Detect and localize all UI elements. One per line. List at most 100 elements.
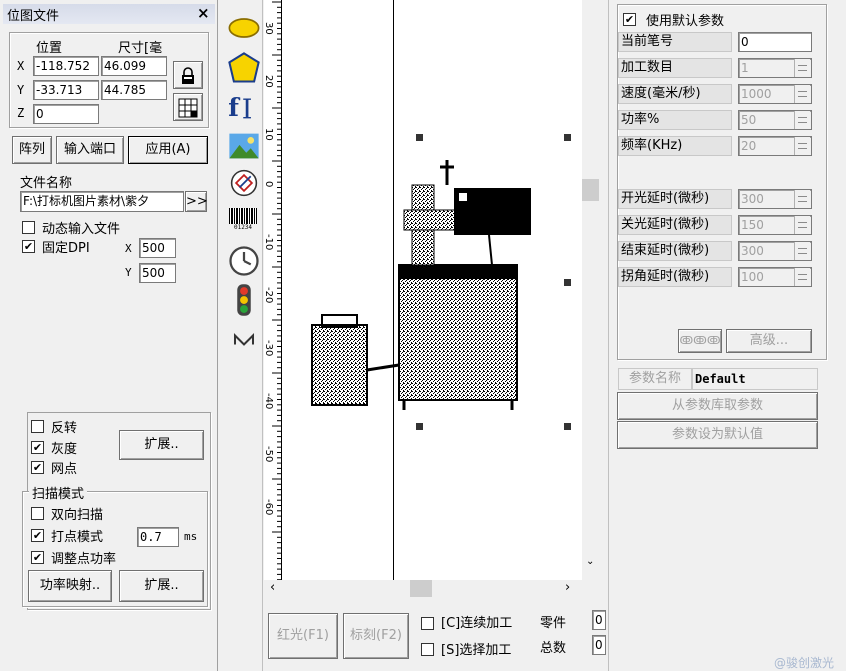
ruler-number: -50 [264,446,274,463]
dpi-x-field[interactable]: 500 [139,238,176,258]
grid-position-button[interactable] [173,93,203,121]
ruler-number: -60 [264,499,274,516]
param-label: 速度(毫米/秒) [618,84,732,104]
expand-button[interactable]: 扩展.. [119,430,204,460]
red-light-button[interactable]: 红光(F1) [268,613,338,659]
bidirectional-checkbox[interactable] [31,507,44,520]
svg-text:I: I [242,94,253,124]
grid-icon [178,98,198,118]
fixed-dpi-checkbox[interactable]: ✔ [22,240,35,253]
scroll-thumb[interactable] [582,179,599,201]
spin-buttons[interactable] [794,85,810,103]
bitmap-panel: 位图文件 × 位置 尺寸[毫 X -118.752 46.099 Y -33.7… [0,0,218,671]
load-from-library-button[interactable]: 从参数库取参数 [617,392,818,420]
z-position-field[interactable]: 0 [33,104,99,124]
lock-ratio-button[interactable] [173,61,203,89]
apply-button[interactable]: 应用(A) [128,136,208,164]
selection-handle[interactable] [564,134,571,141]
x-size-field[interactable]: 46.099 [101,56,167,76]
toolbar: f I 01234 [221,0,263,671]
ruler-number: -30 [264,340,274,357]
spin-buttons[interactable] [794,137,810,155]
spin-buttons[interactable] [794,242,810,260]
expand2-button[interactable]: 扩展.. [119,570,204,602]
param-value-field[interactable]: 0 [738,32,812,52]
adjust-power-label: 调整点功率 [51,552,117,567]
total-value: 0 [592,635,606,655]
selection-handle[interactable] [416,134,423,141]
spin-buttons[interactable] [794,190,810,208]
spin-buttons[interactable] [794,111,810,129]
dpi-y-field[interactable]: 500 [139,263,176,283]
spin-buttons[interactable] [794,268,810,286]
browse-button[interactable]: >> [185,191,208,212]
dot-mode-checkbox[interactable]: ✔ [31,529,44,542]
param-label: 加工数目 [618,58,732,78]
spin-buttons[interactable] [794,216,810,234]
panel-title-bar: 位图文件 × [3,4,215,24]
adjust-power-checkbox[interactable]: ✔ [31,551,44,564]
selection-handle[interactable] [416,423,423,430]
vertical-ruler: 30 20 10 0 -10 -20 -30 -40 -50 -60 [264,0,282,580]
invert-checkbox[interactable] [31,420,44,433]
y-label: Y [17,83,25,97]
ellipse-icon[interactable] [226,10,262,46]
power-map-button[interactable]: 功率映射.. [28,570,112,602]
canvas-area[interactable]: 30 20 10 0 -10 -20 -30 -40 -50 -60 [264,0,582,580]
dynamic-input-label: 动态输入文件 [42,222,121,237]
vertical-scrollbar[interactable]: ⌄ [582,0,599,580]
close-icon[interactable]: × [197,4,210,22]
y-size-field[interactable]: 44.785 [101,80,167,100]
use-default-checkbox[interactable]: ✔ [623,13,636,26]
mark-button[interactable]: 标刻(F2) [343,613,409,659]
polygon-icon[interactable] [226,50,262,86]
y-position-field[interactable]: -33.713 [33,80,99,100]
param-label: 结束延时(微秒) [618,241,732,261]
parts-label: 零件 [540,616,567,631]
input-port-button[interactable]: 输入端口 [56,136,124,164]
vector-file-icon[interactable] [226,165,262,201]
position-header: 位置 [36,41,63,56]
gray-label: 灰度 [51,442,78,457]
scroll-right-icon[interactable]: › [565,580,570,595]
dynamic-input-checkbox[interactable] [22,221,35,234]
spin-buttons[interactable] [794,59,810,77]
filename-label: 文件名称 [20,176,73,191]
dot-mode-field[interactable]: 0.7 [137,527,179,547]
param-label: 频率(KHz) [618,136,732,156]
gray-checkbox[interactable]: ✔ [31,441,44,454]
dither-checkbox[interactable]: ✔ [31,461,44,474]
advanced-icon-button[interactable]: ↂↂↂ [678,329,722,353]
ruler-number: 30 [264,22,274,35]
selection-handle[interactable] [564,423,571,430]
clock-icon[interactable] [226,243,262,279]
horizontal-scrollbar[interactable]: ‹ › [264,580,582,597]
x-position-field[interactable]: -118.752 [33,56,99,76]
param-name-label: 参数名称 [618,368,692,390]
dpi-x-label: X [125,242,132,255]
x-label: X [17,59,25,73]
select-checkbox[interactable] [421,643,434,656]
param-label: 拐角延时(微秒) [618,267,732,287]
watermark: @骏创激光 [774,656,835,670]
param-name-field[interactable]: Default [692,368,818,390]
delay-icon[interactable] [226,322,262,358]
scan-mode-title: 扫描模式 [29,483,88,502]
set-default-button[interactable]: 参数设为默认值 [617,421,818,449]
array-button[interactable]: 阵列 [12,136,52,164]
selection-handle[interactable] [564,279,571,286]
io-light-icon[interactable] [226,282,262,318]
barcode-icon[interactable]: 01234 [229,208,257,234]
dot-mode-unit: ms [184,530,198,543]
advanced-button[interactable]: 高级... [726,329,812,353]
bitmap-image[interactable] [304,155,534,415]
scroll-thumb-h[interactable] [410,580,432,597]
filename-field[interactable]: F:\打标机图片素材\紫夕 [20,191,184,212]
bitmap-icon[interactable] [226,128,262,164]
size-header: 尺寸[毫 [118,41,163,56]
scroll-down-icon[interactable]: ⌄ [586,556,594,567]
param-label: 开光延时(微秒) [618,189,732,209]
scroll-left-icon[interactable]: ‹ [270,580,275,595]
continuous-checkbox[interactable] [421,617,434,630]
text-icon[interactable]: f I [226,88,262,124]
